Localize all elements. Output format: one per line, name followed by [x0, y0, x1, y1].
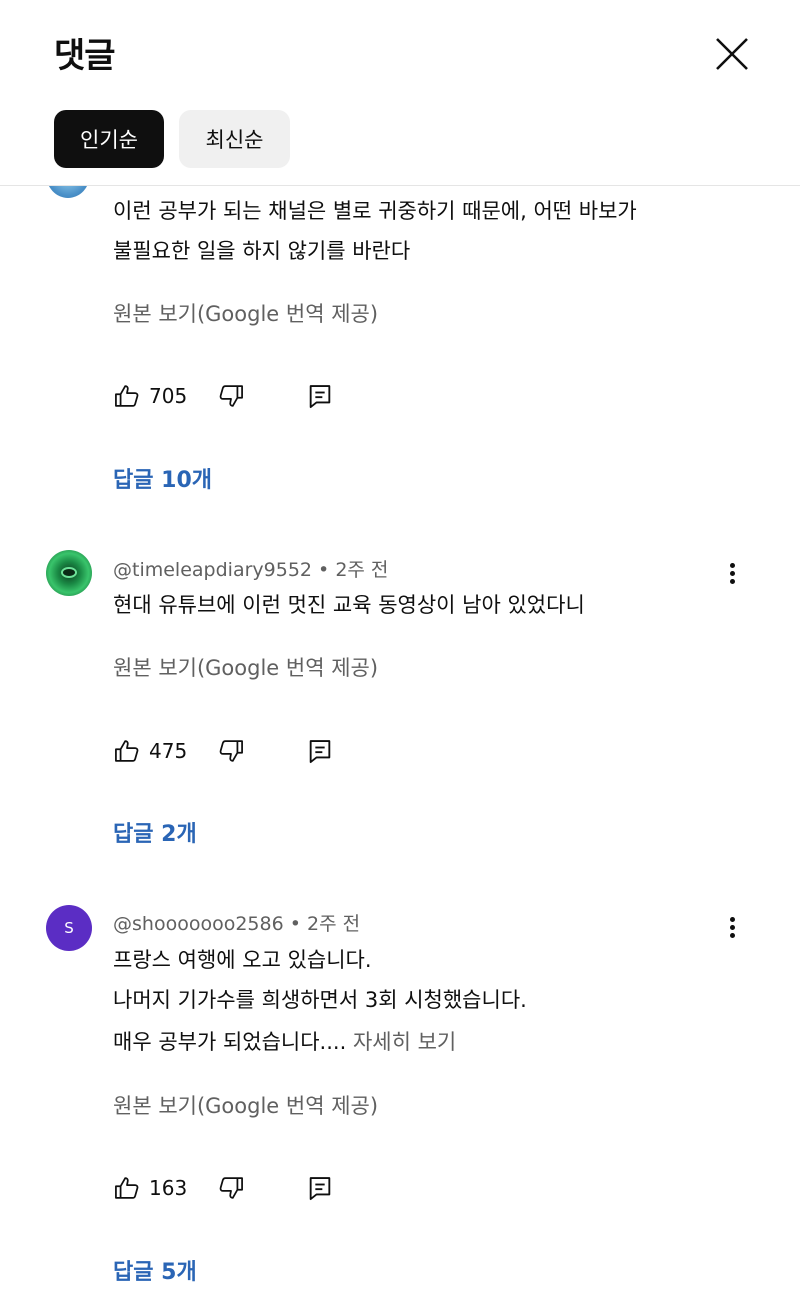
reply-icon [309, 1177, 331, 1201]
comment-time: 2주 전 [335, 559, 389, 581]
comment-text-line: 나머지 기가수를 희생하면서 3회 시청했습니다. [113, 988, 527, 1012]
close-icon[interactable] [710, 32, 754, 76]
like-button[interactable]: 163 [113, 1174, 187, 1202]
sort-top-chip[interactable]: 인기순 [54, 110, 164, 168]
comment-text-truncated: 매우 공부가 되었습니다.... [113, 1030, 347, 1054]
comment-text-line: 불필요한 일을 하지 않기를 바란다 [113, 239, 411, 263]
comment-author[interactable]: @shooooooo2586 [113, 913, 284, 935]
thumbs-down-icon [219, 385, 243, 407]
panel-title: 댓글 [54, 36, 116, 76]
like-count: 163 [149, 1176, 188, 1200]
comment-text-line: 이런 공부가 되는 채널은 별로 귀중하기 때문에, 어떤 바보가 [113, 199, 637, 223]
view-replies-link[interactable]: 답글 5개 [113, 1254, 197, 1286]
avatar[interactable] [46, 550, 92, 596]
read-more-link[interactable]: 자세히 보기 [353, 1030, 456, 1054]
see-original-link[interactable]: 원본 보기(Google 번역 제공) [113, 298, 378, 328]
like-button[interactable]: 475 [113, 737, 187, 765]
more-vert-icon[interactable] [722, 560, 742, 590]
comment-meta: @shooooooo2586 • 2주 전 [113, 909, 360, 936]
more-vert-icon[interactable] [722, 914, 742, 944]
comment-author[interactable]: @timeleapdiary9552 [113, 559, 312, 581]
reply-icon [309, 740, 331, 764]
meta-separator: • [318, 559, 330, 581]
dislike-button[interactable] [217, 737, 245, 769]
dislike-button[interactable] [217, 382, 245, 414]
meta-separator: • [289, 913, 301, 935]
thumbs-up-icon [115, 740, 139, 762]
comment-actions: 475 [113, 737, 353, 771]
comments-header: 댓글 인기순 최신순 [0, 0, 800, 186]
view-replies-link[interactable]: 답글 10개 [113, 462, 212, 494]
reply-button[interactable] [306, 737, 334, 769]
dislike-button[interactable] [217, 1174, 245, 1206]
see-original-link[interactable]: 원본 보기(Google 번역 제공) [113, 1090, 378, 1120]
see-original-link[interactable]: 원본 보기(Google 번역 제공) [113, 652, 378, 682]
view-replies-link[interactable]: 답글 2개 [113, 816, 197, 848]
like-count: 705 [149, 384, 188, 408]
comment-actions: 163 [113, 1174, 353, 1208]
reply-button[interactable] [306, 1174, 334, 1206]
avatar[interactable]: S [46, 905, 92, 951]
reply-icon [309, 385, 331, 409]
comment-meta: @timeleapdiary9552 • 2주 전 [113, 555, 388, 582]
sort-newest-chip[interactable]: 최신순 [179, 110, 290, 168]
thumbs-up-icon [115, 385, 139, 407]
thumbs-down-icon [219, 740, 243, 762]
like-count: 475 [149, 739, 188, 763]
comment-text-line: 현대 유튜브에 이런 멋진 교육 동영상이 남아 있었다니 [113, 593, 585, 617]
comment-text-line: 매우 공부가 되었습니다.... 자세히 보기 [113, 1020, 456, 1064]
like-button[interactable]: 705 [113, 382, 187, 410]
thumbs-up-icon [115, 1177, 139, 1199]
comment-time: 2주 전 [306, 913, 361, 935]
reply-button[interactable] [306, 382, 334, 414]
comment-text-line: 프랑스 여행에 오고 있습니다. [113, 948, 372, 972]
comment-actions: 705 [113, 382, 353, 416]
thumbs-down-icon [219, 1177, 243, 1199]
avatar-letter: S [64, 919, 74, 937]
